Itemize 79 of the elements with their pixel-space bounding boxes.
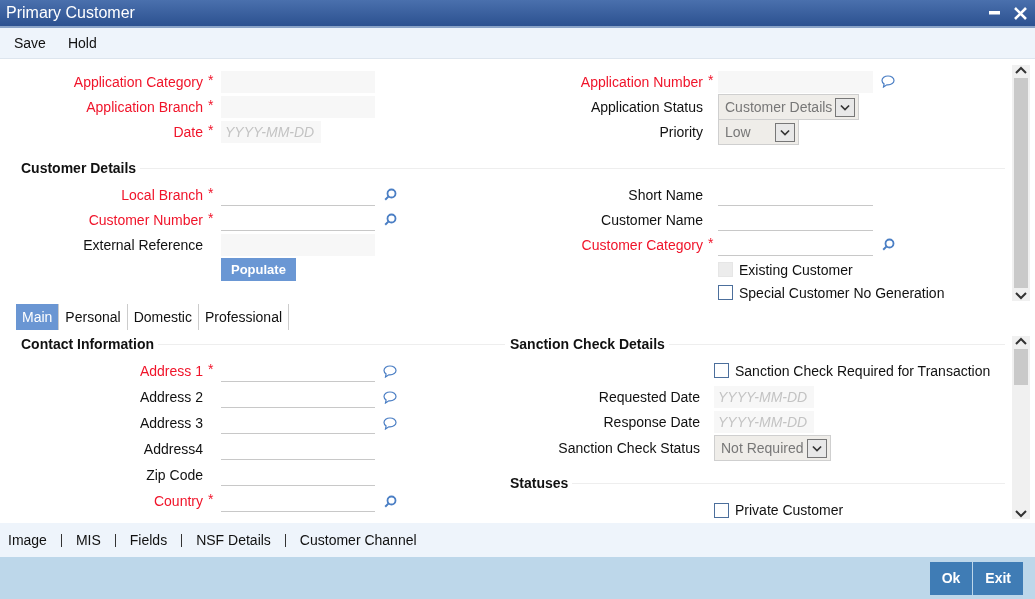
- link[interactable]: NSF Details: [181, 533, 285, 547]
- required-mark: *: [208, 210, 214, 226]
- chevron-up-icon[interactable]: [1014, 65, 1028, 76]
- checkbox[interactable]: [714, 502, 729, 518]
- required-mark: *: [208, 97, 214, 113]
- chevron-down-icon: [779, 127, 791, 137]
- section-title: Customer Details: [21, 160, 137, 176]
- scrollbar[interactable]: [1012, 65, 1030, 301]
- speech-bubble-icon[interactable]: [383, 364, 397, 378]
- dropdown[interactable]: Customer Details: [718, 94, 860, 120]
- checkbox-label: Existing Customer: [739, 261, 853, 278]
- link[interactable]: MIS: [60, 533, 115, 547]
- menu-item[interactable]: Save: [14, 35, 46, 51]
- footer-button[interactable]: Exit: [973, 561, 1023, 595]
- chevron-down-icon: [839, 102, 852, 112]
- scrollbar-thumb[interactable]: [1014, 78, 1028, 288]
- field-label: Customer Category: [580, 236, 704, 253]
- field-label: Short Name: [627, 186, 704, 203]
- section-title: Contact Information: [21, 336, 154, 352]
- field-label: Application Category: [72, 73, 204, 90]
- required-mark: *: [708, 235, 714, 251]
- tab[interactable]: Personal: [59, 304, 128, 330]
- field-label: External Reference: [82, 236, 204, 253]
- section-title: Sanction Check Details: [510, 336, 665, 352]
- chevron-up-icon[interactable]: [1014, 336, 1028, 347]
- chevron-down-icon[interactable]: [1014, 508, 1028, 519]
- required-mark: *: [208, 491, 214, 507]
- field-label: Country: [152, 493, 204, 509]
- required-mark: *: [708, 72, 714, 88]
- menu-item[interactable]: Hold: [67, 35, 97, 51]
- field-label: Requested Date: [597, 388, 701, 405]
- field-label: Application Branch: [85, 98, 204, 115]
- field-label: Date: [172, 123, 204, 140]
- field-label: Customer Number: [87, 211, 204, 228]
- section-title: Statuses: [510, 475, 569, 492]
- field-label: Zip Code: [145, 467, 204, 483]
- link[interactable]: Customer Channel: [284, 533, 431, 547]
- window-title: Primary Customer: [6, 4, 135, 22]
- chevron-down-icon[interactable]: [1014, 290, 1028, 301]
- tab[interactable]: Professional: [199, 304, 290, 330]
- speech-bubble-icon[interactable]: [383, 416, 397, 430]
- field-label: Address 2: [138, 389, 204, 405]
- field-label: Address 3: [138, 415, 204, 431]
- search-icon[interactable]: [881, 238, 895, 251]
- link[interactable]: Image: [8, 532, 61, 548]
- field-label: Priority: [658, 124, 704, 140]
- checkbox-label: Private Customer: [735, 502, 844, 519]
- required-mark: *: [208, 361, 214, 377]
- checkbox[interactable]: [718, 285, 733, 300]
- link[interactable]: Fields: [114, 533, 182, 547]
- search-icon[interactable]: [383, 188, 397, 201]
- scrollbar[interactable]: [1012, 336, 1030, 519]
- required-mark: *: [208, 185, 214, 201]
- search-icon[interactable]: [383, 494, 397, 508]
- dropdown[interactable]: Low: [718, 119, 799, 145]
- field-label: Application Status: [589, 99, 704, 115]
- footer-button[interactable]: Ok: [929, 561, 973, 595]
- checkbox[interactable]: [714, 363, 729, 379]
- close-icon[interactable]: [1014, 6, 1027, 20]
- field-label: Address4: [142, 441, 204, 457]
- checkbox-label: Special Customer No Generation: [739, 284, 945, 301]
- checkbox-label: Sanction Check Required for Transaction: [735, 362, 991, 379]
- required-mark: *: [208, 122, 214, 138]
- required-mark: *: [208, 72, 214, 88]
- scrollbar-thumb[interactable]: [1014, 349, 1028, 385]
- field-label: Customer Name: [600, 211, 704, 228]
- tab[interactable]: Domestic: [127, 304, 199, 330]
- speech-bubble-icon[interactable]: [383, 390, 397, 404]
- minimize-icon[interactable]: [989, 11, 1000, 15]
- text-field[interactable]: [718, 70, 873, 93]
- field-label: Local Branch: [120, 186, 204, 203]
- field-label: Application Number: [579, 73, 704, 90]
- field-label: Response Date: [602, 414, 701, 431]
- search-icon[interactable]: [383, 213, 397, 226]
- field-label: Sanction Check Status: [557, 440, 701, 457]
- chevron-down-icon: [810, 443, 823, 453]
- dropdown[interactable]: Not Required: [714, 435, 831, 462]
- field-label: Address 1: [138, 363, 204, 379]
- speech-bubble-icon[interactable]: [881, 75, 895, 88]
